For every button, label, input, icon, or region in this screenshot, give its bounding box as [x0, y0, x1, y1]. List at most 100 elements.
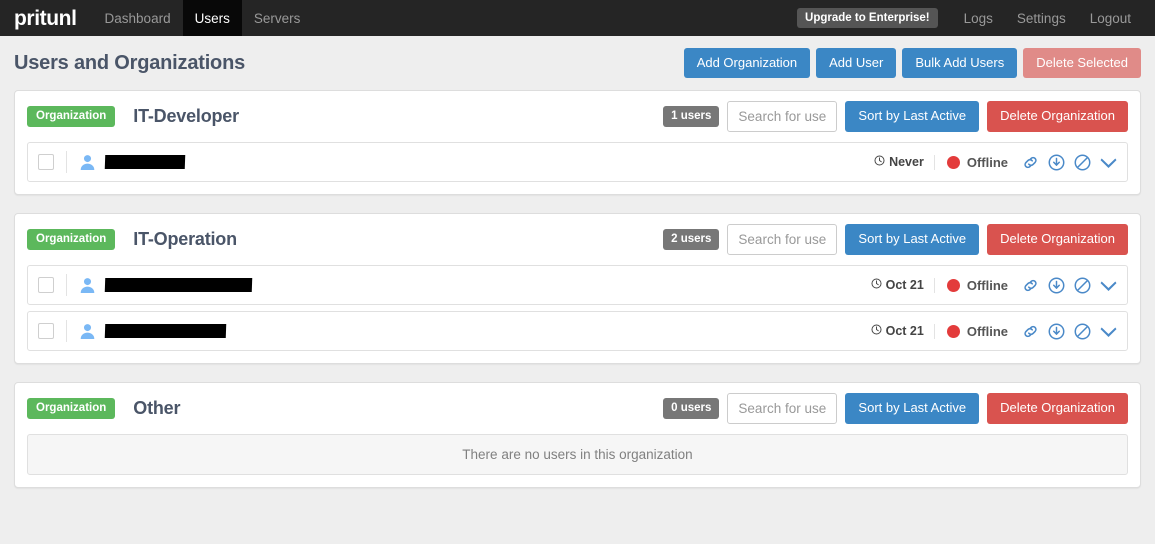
- organization-header-actions: 1 users Sort by Last Active Delete Organiz…: [663, 101, 1128, 132]
- ban-icon[interactable]: [1074, 323, 1091, 340]
- clock-icon: [871, 324, 882, 338]
- divider: [66, 320, 67, 342]
- organization-panel: Organization IT-Operation 2 users Sort by L…: [14, 213, 1141, 364]
- nav-link-settings[interactable]: Settings: [1005, 11, 1078, 26]
- sort-by-last-active-button[interactable]: Sort by Last Active: [845, 393, 979, 423]
- page-action-buttons: Add Organization Add User Bulk Add Users…: [684, 48, 1141, 78]
- person-icon: [79, 154, 96, 171]
- divider: [66, 151, 67, 173]
- table-row[interactable]: Never Offline: [27, 142, 1128, 182]
- last-active: Oct 21: [871, 278, 934, 292]
- last-active-label: Never: [889, 155, 924, 169]
- user-row-actions: [1022, 323, 1117, 340]
- person-icon: [79, 277, 96, 294]
- status-badge: Offline: [934, 324, 1022, 339]
- organization-badge: Organization: [27, 398, 115, 420]
- user-name-redacted: [105, 278, 252, 292]
- page-header: Users and Organizations Add Organization…: [0, 36, 1155, 90]
- user-name-redacted: [105, 155, 185, 169]
- nav-link-users[interactable]: Users: [183, 0, 242, 36]
- last-active-label: Oct 21: [886, 324, 924, 338]
- organization-badge: Organization: [27, 106, 115, 128]
- organization-header: Organization IT-Developer 1 users Sort by L…: [15, 91, 1140, 142]
- delete-organization-button[interactable]: Delete Organization: [987, 393, 1128, 423]
- last-active: Never: [874, 155, 934, 169]
- search-input[interactable]: [727, 101, 837, 132]
- nav-link-dashboard[interactable]: Dashboard: [93, 0, 183, 36]
- ban-icon[interactable]: [1074, 277, 1091, 294]
- chevron-down-icon[interactable]: [1100, 156, 1117, 169]
- person-icon: [79, 323, 96, 340]
- user-row-meta: Never Offline: [874, 154, 1117, 171]
- user-select-checkbox[interactable]: [38, 277, 54, 293]
- status-badge: Offline: [934, 278, 1022, 293]
- organization-header: Organization Other 0 users Sort by Last Act…: [15, 383, 1140, 434]
- search-input[interactable]: [727, 393, 837, 424]
- search-input[interactable]: [727, 224, 837, 255]
- primary-nav: Dashboard Users Servers: [93, 0, 313, 36]
- clock-icon: [874, 155, 885, 169]
- upgrade-to-enterprise-button[interactable]: Upgrade to Enterprise!: [797, 8, 938, 28]
- user-count-badge: 2 users: [663, 229, 719, 251]
- delete-selected-button[interactable]: Delete Selected: [1023, 48, 1141, 78]
- status-label: Offline: [967, 155, 1008, 170]
- status-dot-icon: [947, 156, 960, 169]
- organization-name: Other: [133, 398, 180, 419]
- chevron-down-icon[interactable]: [1100, 325, 1117, 338]
- sort-by-last-active-button[interactable]: Sort by Last Active: [845, 101, 979, 131]
- link-icon[interactable]: [1022, 277, 1039, 294]
- organization-name: IT-Operation: [133, 229, 237, 250]
- organization-panel: Organization IT-Developer 1 users Sort by L…: [14, 90, 1141, 195]
- last-active-label: Oct 21: [886, 278, 924, 292]
- status-label: Offline: [967, 324, 1008, 339]
- user-name-redacted: [105, 324, 226, 338]
- organization-header: Organization IT-Operation 2 users Sort by L…: [15, 214, 1140, 265]
- status-badge: Offline: [934, 155, 1022, 170]
- ban-icon[interactable]: [1074, 154, 1091, 171]
- organization-header-actions: 2 users Sort by Last Active Delete Organiz…: [663, 224, 1128, 255]
- empty-organization-message: There are no users in this organization: [27, 434, 1128, 475]
- organization-name: IT-Developer: [133, 106, 239, 127]
- status-dot-icon: [947, 279, 960, 292]
- download-circle-icon[interactable]: [1048, 323, 1065, 340]
- clock-icon: [871, 278, 882, 292]
- download-circle-icon[interactable]: [1048, 277, 1065, 294]
- secondary-nav: Upgrade to Enterprise! Logs Settings Log…: [797, 0, 1155, 36]
- nav-link-logout[interactable]: Logout: [1078, 11, 1143, 26]
- sort-by-last-active-button[interactable]: Sort by Last Active: [845, 224, 979, 254]
- user-count-badge: 1 users: [663, 106, 719, 128]
- status-label: Offline: [967, 278, 1008, 293]
- user-select-checkbox[interactable]: [38, 323, 54, 339]
- table-row[interactable]: Oct 21 Offline: [27, 311, 1128, 351]
- user-row-meta: Oct 21 Offline: [871, 323, 1117, 340]
- page-title: Users and Organizations: [14, 52, 245, 75]
- delete-organization-button[interactable]: Delete Organization: [987, 101, 1128, 131]
- brand-logo[interactable]: pritunl: [0, 0, 93, 36]
- user-row-actions: [1022, 154, 1117, 171]
- status-dot-icon: [947, 325, 960, 338]
- bulk-add-users-button[interactable]: Bulk Add Users: [902, 48, 1017, 78]
- organization-header-actions: 0 users Sort by Last Active Delete Organiz…: [663, 393, 1128, 424]
- delete-organization-button[interactable]: Delete Organization: [987, 224, 1128, 254]
- nav-link-servers[interactable]: Servers: [242, 0, 313, 36]
- organization-users: Never Offline: [15, 142, 1140, 194]
- link-icon[interactable]: [1022, 323, 1039, 340]
- user-row-actions: [1022, 277, 1117, 294]
- organizations-list: Organization IT-Developer 1 users Sort by L…: [0, 90, 1155, 488]
- user-row-meta: Oct 21 Offline: [871, 277, 1117, 294]
- nav-link-logs[interactable]: Logs: [952, 11, 1005, 26]
- organization-panel: Organization Other 0 users Sort by Last Act…: [14, 382, 1141, 488]
- top-navbar: pritunl Dashboard Users Servers Upgrade …: [0, 0, 1155, 36]
- download-circle-icon[interactable]: [1048, 154, 1065, 171]
- organization-badge: Organization: [27, 229, 115, 251]
- divider: [66, 274, 67, 296]
- add-organization-button[interactable]: Add Organization: [684, 48, 810, 78]
- organization-users: Oct 21 Offline Oct 21 Offline: [15, 265, 1140, 363]
- user-count-badge: 0 users: [663, 398, 719, 420]
- chevron-down-icon[interactable]: [1100, 279, 1117, 292]
- user-select-checkbox[interactable]: [38, 154, 54, 170]
- table-row[interactable]: Oct 21 Offline: [27, 265, 1128, 305]
- link-icon[interactable]: [1022, 154, 1039, 171]
- add-user-button[interactable]: Add User: [816, 48, 896, 78]
- last-active: Oct 21: [871, 324, 934, 338]
